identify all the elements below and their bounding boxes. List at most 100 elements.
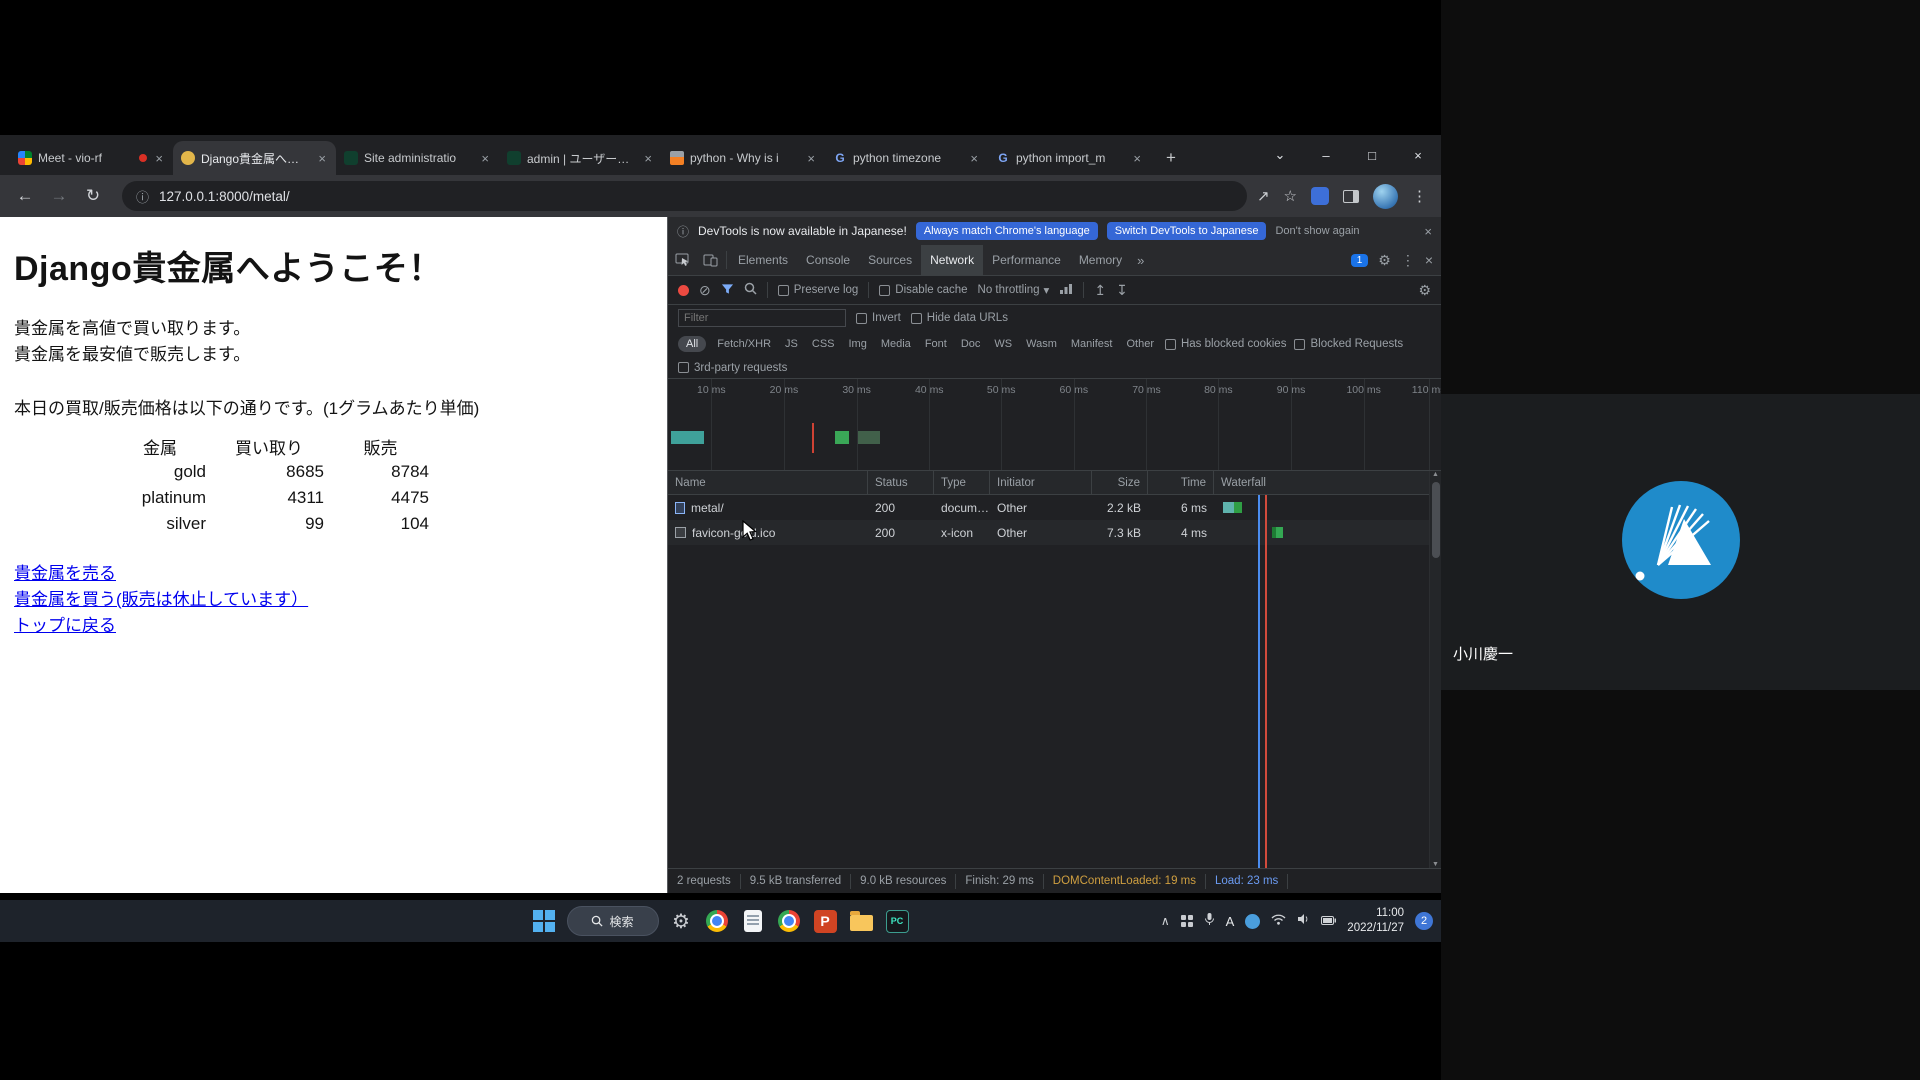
- chat-app-icon[interactable]: [1245, 914, 1260, 929]
- record-icon[interactable]: [678, 285, 689, 296]
- ime-indicator[interactable]: A: [1226, 914, 1235, 929]
- col-initiator[interactable]: Initiator: [990, 471, 1092, 494]
- col-waterfall[interactable]: Waterfall: [1214, 471, 1429, 494]
- minimize-button[interactable]: –: [1303, 135, 1349, 175]
- bookmark-star-icon[interactable]: ☆: [1284, 187, 1297, 205]
- network-conditions-icon[interactable]: [1059, 283, 1073, 297]
- devtools-menu-icon[interactable]: ⋮: [1401, 252, 1415, 269]
- tab-close-icon[interactable]: ×: [479, 151, 491, 166]
- third-party-checkbox[interactable]: 3rd-party requests: [678, 362, 787, 374]
- microphone-icon[interactable]: [1204, 912, 1215, 931]
- address-bar[interactable]: ⓘ 127.0.0.1:8000/metal/: [122, 181, 1247, 211]
- dont-show-again-button[interactable]: Don't show again: [1275, 225, 1359, 237]
- wifi-icon[interactable]: [1271, 912, 1286, 930]
- request-row-metal[interactable]: metal/ 200 docum… Other 2.2 kB 6 ms: [668, 495, 1429, 520]
- buy-metal-link[interactable]: 貴金属を買う(販売は休止しています）: [14, 587, 308, 613]
- tab-close-icon[interactable]: ×: [153, 151, 165, 166]
- col-size[interactable]: Size: [1092, 471, 1148, 494]
- chip-media[interactable]: Media: [878, 336, 914, 352]
- col-type[interactable]: Type: [934, 471, 990, 494]
- sell-metal-link[interactable]: 貴金属を売る: [14, 561, 116, 587]
- browser-tab-admin-users[interactable]: admin | ユーザー… ×: [499, 141, 662, 175]
- notepad-app-icon[interactable]: [740, 908, 767, 935]
- close-window-button[interactable]: ×: [1395, 135, 1441, 175]
- export-har-icon[interactable]: ↧: [1116, 282, 1128, 299]
- tab-search-chevron-icon[interactable]: ⌄: [1257, 135, 1303, 175]
- hide-data-urls-checkbox[interactable]: Hide data URLs: [911, 312, 1008, 324]
- device-toolbar-icon[interactable]: [696, 245, 724, 275]
- browser-tab-site-admin[interactable]: Site administratio ×: [336, 141, 499, 175]
- chip-wasm[interactable]: Wasm: [1023, 336, 1060, 352]
- tab-performance[interactable]: Performance: [983, 245, 1070, 275]
- disable-cache-checkbox[interactable]: Disable cache: [879, 284, 967, 296]
- browser-tab-meet[interactable]: Meet - vio-rf ×: [10, 141, 173, 175]
- more-tabs-icon[interactable]: »: [1131, 245, 1150, 275]
- back-to-top-link[interactable]: トップに戻る: [14, 613, 116, 639]
- chip-doc[interactable]: Doc: [958, 336, 984, 352]
- scrollbar-thumb[interactable]: [1432, 482, 1440, 558]
- request-row-favicon[interactable]: favicon-gold.ico 200 x-icon Other 7.3 kB…: [668, 520, 1429, 545]
- chip-css[interactable]: CSS: [809, 336, 838, 352]
- reload-button[interactable]: ↻: [78, 181, 108, 211]
- share-icon[interactable]: ↗: [1257, 187, 1270, 205]
- taskbar-clock[interactable]: 11:00 2022/11/27: [1347, 906, 1404, 936]
- chip-manifest[interactable]: Manifest: [1068, 336, 1116, 352]
- switch-japanese-button[interactable]: Switch DevTools to Japanese: [1107, 222, 1267, 240]
- start-button[interactable]: [531, 908, 558, 935]
- invert-checkbox[interactable]: Invert: [856, 312, 901, 324]
- side-panel-icon[interactable]: [1343, 190, 1359, 203]
- browser-tab-django-metal[interactable]: Django貴金属へ… ×: [173, 141, 336, 175]
- issues-badge[interactable]: 1: [1351, 254, 1369, 267]
- browser-tab-google-timezone[interactable]: G python timezone ×: [825, 141, 988, 175]
- network-settings-icon[interactable]: ⚙: [1418, 282, 1431, 299]
- search-icon[interactable]: [744, 282, 757, 298]
- pycharm-app-icon[interactable]: PC: [884, 908, 911, 935]
- infobar-close-icon[interactable]: ×: [1424, 224, 1432, 239]
- filter-input[interactable]: [678, 309, 846, 327]
- inspect-element-icon[interactable]: [668, 245, 696, 275]
- scroll-down-icon[interactable]: ▼: [1432, 861, 1439, 868]
- battery-icon[interactable]: [1321, 912, 1336, 930]
- back-button[interactable]: ←: [10, 181, 40, 211]
- has-blocked-cookies-checkbox[interactable]: Has blocked cookies: [1165, 338, 1286, 350]
- tab-close-icon[interactable]: ×: [316, 151, 328, 166]
- tab-console[interactable]: Console: [797, 245, 859, 275]
- blocked-requests-checkbox[interactable]: Blocked Requests: [1294, 338, 1403, 350]
- tab-close-icon[interactable]: ×: [968, 151, 980, 166]
- volume-icon[interactable]: [1297, 912, 1310, 930]
- tab-network[interactable]: Network: [921, 245, 983, 275]
- chip-other[interactable]: Other: [1123, 336, 1157, 352]
- scrollbar[interactable]: ▲ ▼: [1429, 471, 1441, 868]
- tab-sources[interactable]: Sources: [859, 245, 921, 275]
- devtools-close-icon[interactable]: ×: [1425, 252, 1433, 268]
- col-time[interactable]: Time: [1148, 471, 1214, 494]
- chip-js[interactable]: JS: [782, 336, 801, 352]
- maximize-button[interactable]: □: [1349, 135, 1395, 175]
- site-info-icon[interactable]: ⓘ: [136, 187, 149, 206]
- notification-count-badge[interactable]: 2: [1415, 912, 1433, 930]
- browser-menu-icon[interactable]: ⋮: [1412, 187, 1427, 205]
- chip-img[interactable]: Img: [846, 336, 870, 352]
- chip-all[interactable]: All: [678, 336, 706, 352]
- chip-ws[interactable]: WS: [991, 336, 1015, 352]
- import-har-icon[interactable]: ↥: [1094, 282, 1106, 299]
- hidden-icons-chevron[interactable]: ∧: [1161, 914, 1170, 928]
- throttling-select[interactable]: No throttling ▾: [978, 283, 1050, 297]
- extension-icon[interactable]: [1311, 187, 1329, 205]
- tab-close-icon[interactable]: ×: [642, 151, 654, 166]
- browser-tab-stackoverflow[interactable]: python - Why is i ×: [662, 141, 825, 175]
- taskbar-search[interactable]: 検索: [567, 906, 659, 936]
- file-explorer-icon[interactable]: [848, 908, 875, 935]
- tab-elements[interactable]: Elements: [729, 245, 797, 275]
- devtools-settings-icon[interactable]: ⚙: [1378, 252, 1391, 269]
- settings-app-icon[interactable]: ⚙: [668, 908, 695, 935]
- filter-funnel-icon[interactable]: [721, 283, 734, 298]
- browser-tab-google-import[interactable]: G python import_m ×: [988, 141, 1151, 175]
- profile-avatar[interactable]: [1373, 184, 1398, 209]
- match-language-button[interactable]: Always match Chrome's language: [916, 222, 1098, 240]
- tab-memory[interactable]: Memory: [1070, 245, 1131, 275]
- tab-close-icon[interactable]: ×: [805, 151, 817, 166]
- scroll-up-icon[interactable]: ▲: [1432, 471, 1439, 478]
- forward-button[interactable]: →: [44, 181, 74, 211]
- preserve-log-checkbox[interactable]: Preserve log: [778, 284, 859, 296]
